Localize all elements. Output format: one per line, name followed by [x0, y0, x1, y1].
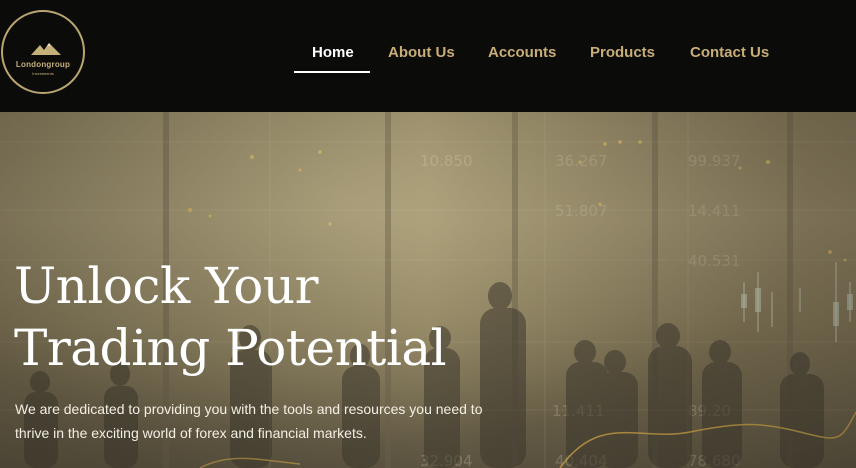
main-nav: Home About Us Accounts Products Contact …: [0, 44, 856, 66]
site-header: Londongroup Investments Home About Us Ac…: [0, 0, 856, 112]
hero-title-line-2: Trading Potential: [14, 319, 447, 377]
hero-section: 10.850 36.267 99.937 51.807 14.411 40.53…: [0, 112, 856, 468]
nav-contact-us[interactable]: Contact Us: [690, 44, 769, 61]
nav-accounts[interactable]: Accounts: [488, 44, 556, 61]
hero-title: Unlock Your Trading Potential: [14, 255, 534, 379]
nav-products[interactable]: Products: [590, 44, 655, 61]
hero-subtitle: We are dedicated to providing you with t…: [15, 401, 483, 441]
hero-title-line-1: Unlock Your: [14, 257, 319, 315]
nav-about-us[interactable]: About Us: [388, 44, 455, 61]
active-nav-indicator: [294, 71, 370, 73]
nav-home[interactable]: Home: [312, 44, 354, 61]
brand-subtitle: Investments: [32, 71, 54, 76]
